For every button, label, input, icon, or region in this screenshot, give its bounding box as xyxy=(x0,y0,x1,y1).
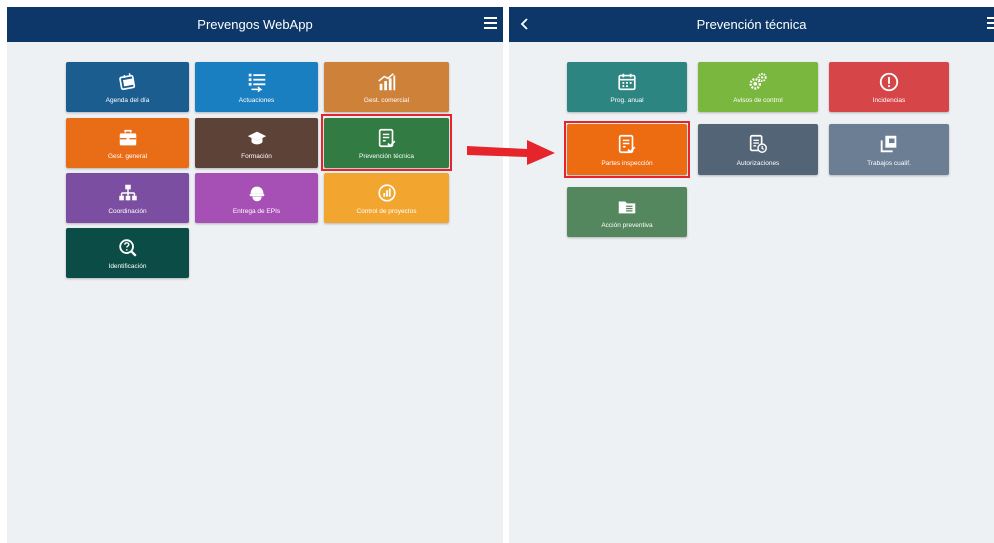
tile-label: Prevención técnica xyxy=(359,153,414,160)
tile-trabajos-cualif[interactable]: Trabajos cualif. xyxy=(829,124,949,175)
main-menu-panel: Prevengos WebApp Agenda del día Actuacio… xyxy=(7,7,503,543)
tile-accion-preventiva[interactable]: Acción preventiva xyxy=(567,187,687,237)
tile-incidencias[interactable]: Incidencias xyxy=(829,62,949,112)
tile-prog-anual[interactable]: Prog. anual xyxy=(567,62,687,112)
org-chart-icon xyxy=(118,184,137,201)
tile-label: Coordinación xyxy=(108,208,147,215)
tile-coordinacion[interactable]: Coordinación xyxy=(66,173,189,223)
tile-gest-general[interactable]: Gest. general xyxy=(66,118,189,168)
app-title: Prevengos WebApp xyxy=(197,17,313,32)
tile-agenda-del-dia[interactable]: Agenda del día xyxy=(66,62,189,112)
tile-label: Gest. comercial xyxy=(363,97,410,104)
alert-circle-icon xyxy=(879,72,899,92)
tile-avisos-de-control[interactable]: Avisos de control xyxy=(698,62,818,112)
tile-label: Actuaciones xyxy=(238,97,275,104)
tile-label: Partes inspección xyxy=(601,160,653,167)
tile-label: Control de proyectos xyxy=(356,208,417,215)
tile-identificacion[interactable]: Identificación xyxy=(66,228,189,278)
graduation-cap-icon xyxy=(247,131,266,145)
app-bar: Prevención técnica xyxy=(509,7,994,42)
tile-label: Incidencias xyxy=(872,97,906,104)
tile-actuaciones[interactable]: Actuaciones xyxy=(195,62,318,112)
calendar-icon xyxy=(618,73,636,91)
hamburger-menu-icon[interactable] xyxy=(987,17,994,31)
document-check-icon xyxy=(618,134,636,154)
briefcase-icon xyxy=(119,129,136,146)
tile-gest-comercial[interactable]: Gest. comercial xyxy=(324,62,449,112)
arrow-shape xyxy=(467,140,555,165)
tile-label: Agenda del día xyxy=(105,97,150,104)
page-title: Prevención técnica xyxy=(696,17,807,32)
project-control-icon xyxy=(377,184,396,202)
app-bar: Prevengos WebApp xyxy=(7,7,503,42)
tile-label: Formación xyxy=(241,153,272,160)
tile-label: Autorizaciones xyxy=(736,160,780,167)
magnifier-question-icon xyxy=(118,239,137,257)
tile-label: Entrega de EPIs xyxy=(232,208,281,215)
tile-label: Gest. general xyxy=(107,153,148,160)
growth-chart-icon xyxy=(377,73,395,91)
tile-control-de-proyectos[interactable]: Control de proyectos xyxy=(324,173,449,223)
layers-icon xyxy=(880,135,897,153)
tile-entrega-de-epis[interactable]: Entrega de EPIs xyxy=(195,173,318,223)
hamburger-menu-icon[interactable] xyxy=(484,17,497,31)
tile-partes-inspeccion[interactable]: Partes inspección xyxy=(567,124,687,175)
checklist-icon xyxy=(248,73,265,93)
tile-label: Prog. anual xyxy=(610,97,644,104)
prevencion-tecnica-panel: Prevención técnica Prog. anual Avisos de… xyxy=(509,7,994,543)
annotation-arrow xyxy=(467,140,555,165)
helmet-icon xyxy=(249,186,264,202)
tile-formacion[interactable]: Formación xyxy=(195,118,318,168)
tile-label: Identificación xyxy=(108,263,147,270)
tile-label: Avisos de control xyxy=(733,97,783,104)
document-check-icon xyxy=(378,128,395,148)
folder-icon xyxy=(618,201,636,214)
calendar-card-icon xyxy=(118,73,135,91)
tile-label: Trabajos cualif. xyxy=(867,160,911,167)
document-clock-icon xyxy=(749,134,767,153)
tile-autorizaciones[interactable]: Autorizaciones xyxy=(698,124,818,175)
tile-label: Acción preventiva xyxy=(601,222,653,229)
tile-prevencion-tecnica[interactable]: Prevención técnica xyxy=(324,118,449,168)
gears-icon xyxy=(749,72,767,90)
